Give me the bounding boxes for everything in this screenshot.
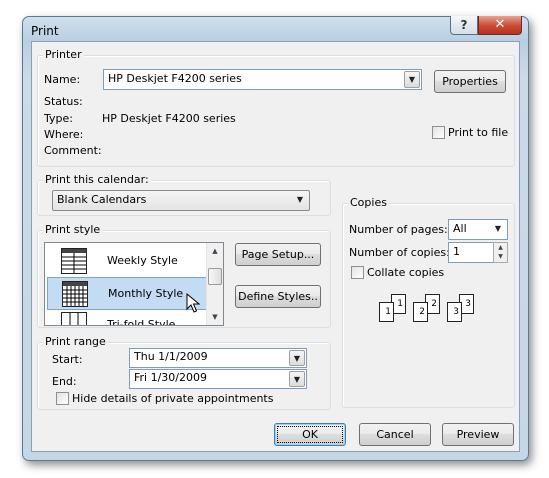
number-of-pages-label: Number of pages: <box>349 223 448 236</box>
status-label: Status: <box>44 95 83 108</box>
collate-checkbox[interactable] <box>351 266 364 279</box>
print-to-file-checkbox[interactable] <box>432 126 445 139</box>
end-date-value: Fri 1/30/2009 <box>134 371 208 384</box>
number-of-copies-input[interactable]: 1 <box>448 242 494 263</box>
printer-group-label: Printer <box>43 48 84 61</box>
print-dialog-window: Print ? ✕ Printer Name: HP Deskjet F4200… <box>22 16 529 461</box>
end-label: End: <box>52 375 77 388</box>
print-style-group-label: Print style <box>43 223 103 236</box>
number-of-copies-value: 1 <box>453 245 460 258</box>
mouse-cursor-icon <box>186 293 200 313</box>
style-item-label: Tri-fold Style <box>107 318 176 326</box>
preview-button[interactable]: Preview <box>442 423 514 446</box>
print-range-group: Print range Start: Thu 1/1/2009 ▼ End: F… <box>37 335 331 410</box>
help-button[interactable]: ? <box>450 16 478 35</box>
style-item-monthly[interactable]: Monthly Style <box>47 277 207 310</box>
ok-button[interactable]: OK <box>274 423 346 446</box>
number-of-pages-select[interactable]: All ▼ <box>448 219 508 240</box>
spin-down-icon[interactable]: ▼ <box>494 252 507 261</box>
monthly-style-icon <box>62 281 88 307</box>
type-label: Type: <box>44 112 73 125</box>
print-to-file-label[interactable]: Print to file <box>448 126 508 139</box>
collate-page-icon: 1 <box>379 302 394 322</box>
weekly-style-icon <box>61 248 87 274</box>
printer-name-value: HP Deskjet F4200 series <box>108 72 242 85</box>
style-list-scrollbar[interactable]: ▲ ▼ <box>206 243 223 325</box>
define-styles-button[interactable]: Define Styles.. <box>235 285 321 308</box>
style-item-trifold[interactable]: Tri-fold Style <box>47 309 207 326</box>
collate-label[interactable]: Collate copies <box>367 266 444 279</box>
chevron-down-icon[interactable]: ▼ <box>490 221 506 238</box>
start-date-select[interactable]: Thu 1/1/2009 ▼ <box>129 348 307 368</box>
style-item-label: Weekly Style <box>107 254 178 267</box>
chevron-down-icon[interactable]: ▼ <box>404 71 420 88</box>
close-icon: ✕ <box>494 17 506 32</box>
dialog-client-area: Printer Name: HP Deskjet F4200 series ▼ … <box>31 41 520 452</box>
calendar-select[interactable]: Blank Calendars ▼ <box>52 190 310 211</box>
calendar-group: Print this calendar: Blank Calendars ▼ <box>37 173 331 216</box>
page-setup-button[interactable]: Page Setup... <box>235 243 321 266</box>
where-label: Where: <box>44 128 84 141</box>
copies-spinner[interactable]: ▲ ▼ <box>493 242 508 263</box>
scroll-down-icon[interactable]: ▼ <box>207 309 223 325</box>
hide-private-checkbox[interactable] <box>56 392 69 405</box>
scroll-thumb[interactable] <box>208 268 222 285</box>
number-of-pages-value: All <box>453 222 467 235</box>
copies-group-label: Copies <box>348 196 389 209</box>
collate-illustration: 1 1 2 2 3 3 <box>379 294 489 330</box>
collate-page-icon: 3 <box>447 302 462 322</box>
calendar-value: Blank Calendars <box>57 193 147 206</box>
style-item-weekly[interactable]: Weekly Style <box>47 245 207 278</box>
end-date-select[interactable]: Fri 1/30/2009 ▼ <box>129 369 307 389</box>
style-item-label: Monthly Style <box>108 287 184 300</box>
collate-page-icon: 2 <box>413 302 428 322</box>
printer-name-select[interactable]: HP Deskjet F4200 series ▼ <box>103 69 422 90</box>
close-button[interactable]: ✕ <box>478 16 522 35</box>
calendar-group-label: Print this calendar: <box>43 173 151 186</box>
chevron-down-icon[interactable]: ▼ <box>292 192 308 209</box>
type-value: HP Deskjet F4200 series <box>102 112 236 125</box>
properties-button[interactable]: Properties <box>434 70 506 93</box>
scroll-up-icon[interactable]: ▲ <box>207 243 223 259</box>
help-icon: ? <box>460 18 468 32</box>
start-label: Start: <box>52 353 83 366</box>
copies-group: Copies Number of pages: All ▼ Number of … <box>342 196 515 408</box>
spin-up-icon[interactable]: ▲ <box>494 243 507 252</box>
hide-private-label[interactable]: Hide details of private appointments <box>72 392 273 405</box>
printer-name-label: Name: <box>44 73 81 86</box>
cancel-button[interactable]: Cancel <box>359 423 431 446</box>
window-title: Print <box>31 24 59 38</box>
comment-label: Comment: <box>44 144 102 157</box>
print-style-list[interactable]: Weekly Style Monthly Style Tri-fold Styl… <box>44 242 224 326</box>
number-of-copies-label: Number of copies: <box>349 246 450 259</box>
printer-group: Printer Name: HP Deskjet F4200 series ▼ … <box>37 48 515 167</box>
start-date-value: Thu 1/1/2009 <box>134 350 208 363</box>
chevron-down-icon[interactable]: ▼ <box>289 371 305 387</box>
trifold-style-icon <box>61 312 87 325</box>
chevron-down-icon[interactable]: ▼ <box>289 350 305 366</box>
print-range-group-label: Print range <box>43 335 108 348</box>
